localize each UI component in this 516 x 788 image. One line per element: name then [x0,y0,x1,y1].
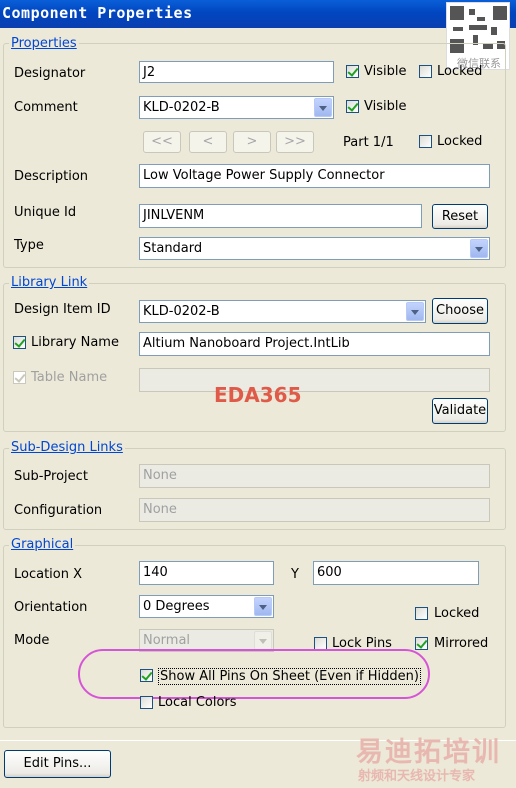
mode-label: Mode [14,633,50,648]
description-label: Description [14,169,89,184]
part-locked-label: Locked [437,134,483,149]
first-part-button[interactable]: << [143,131,181,153]
description-input[interactable]: Low Voltage Power Supply Connector [139,164,490,188]
show-all-pins-label: Show All Pins On Sheet (Even if Hidden) [158,668,421,685]
design-item-value: KLD-0202-B [143,304,220,319]
table-name-label: Table Name [31,370,108,385]
mirrored-checkbox[interactable] [415,637,428,650]
validate-button[interactable]: Validate [432,398,488,424]
sub-project-input[interactable]: None [139,464,490,488]
mode-value: Normal [143,633,191,648]
last-part-button[interactable]: >> [276,131,314,153]
local-colors-label: Local Colors [158,695,237,710]
part-indicator: Part 1/1 [343,135,394,150]
eda365-watermark: EDA365 [214,383,302,407]
designator-label: Designator [14,66,86,81]
comment-visible-label: Visible [364,99,407,114]
orientation-value: 0 Degrees [143,599,210,614]
designator-input[interactable]: J2 [139,61,334,83]
designator-locked-checkbox[interactable] [419,65,432,78]
configuration-label: Configuration [14,503,103,518]
comment-combo[interactable]: KLD-0202-B [139,96,334,119]
orientation-label: Orientation [14,600,88,615]
table-name-input[interactable] [139,368,490,392]
location-x-input[interactable]: 140 [139,561,274,585]
show-all-pins-checkbox[interactable] [140,669,153,682]
library-name-label: Library Name [31,335,119,350]
design-item-combo[interactable]: KLD-0202-B [139,300,426,323]
comment-visible-checkbox[interactable] [346,100,359,113]
designator-visible-checkbox[interactable] [346,65,359,78]
graphical-locked-label: Locked [434,606,480,621]
window-title: Component Properties [2,4,193,22]
title-bar: Component Properties [0,0,516,28]
properties-group-label: Properties [9,36,79,51]
designator-visible-label: Visible [364,64,407,79]
edit-pins-button[interactable]: Edit Pins... [4,750,111,778]
chevron-down-icon[interactable] [314,98,332,117]
choose-button[interactable]: Choose [432,298,488,324]
table-name-checkbox[interactable] [13,371,26,384]
location-y-input[interactable]: 600 [313,561,479,585]
mirrored-label: Mirrored [434,636,489,651]
library-name-checkbox[interactable] [13,336,26,349]
type-label: Type [14,238,44,253]
brand-watermark-subtitle: 射频和天线设计专家 [358,769,476,784]
chevron-down-icon[interactable] [406,302,424,321]
reset-button[interactable]: Reset [432,204,488,229]
graphical-group-label: Graphical [9,537,76,552]
brand-watermark-title: 易迪拓培训 [356,737,501,768]
sub-project-label: Sub-Project [14,469,88,484]
sub-design-group-label: Sub-Design Links [9,440,125,455]
type-value: Standard [143,241,203,256]
orientation-combo[interactable]: 0 Degrees [139,595,274,618]
local-colors-checkbox[interactable] [140,696,153,709]
comment-value: KLD-0202-B [143,100,220,115]
design-item-label: Design Item ID [14,302,111,317]
library-link-group-label: Library Link [9,275,90,290]
chevron-down-icon [254,631,272,650]
part-locked-checkbox[interactable] [419,135,432,148]
designator-locked-label: Locked [437,64,483,79]
graphical-locked-checkbox[interactable] [415,607,428,620]
unique-id-input[interactable]: JINLVENM [139,204,422,228]
chevron-down-icon[interactable] [254,597,272,616]
comment-label: Comment [14,100,78,115]
prev-part-button[interactable]: < [189,131,227,153]
unique-id-label: Unique Id [14,205,77,220]
type-combo[interactable]: Standard [139,237,490,260]
configuration-input[interactable]: None [139,498,490,522]
location-y-label: Y [291,567,299,582]
next-part-button[interactable]: > [233,131,271,153]
library-name-input[interactable]: Altium Nanoboard Project.IntLib [139,332,490,356]
chevron-down-icon[interactable] [470,239,488,258]
location-x-label: Location X [14,567,83,582]
